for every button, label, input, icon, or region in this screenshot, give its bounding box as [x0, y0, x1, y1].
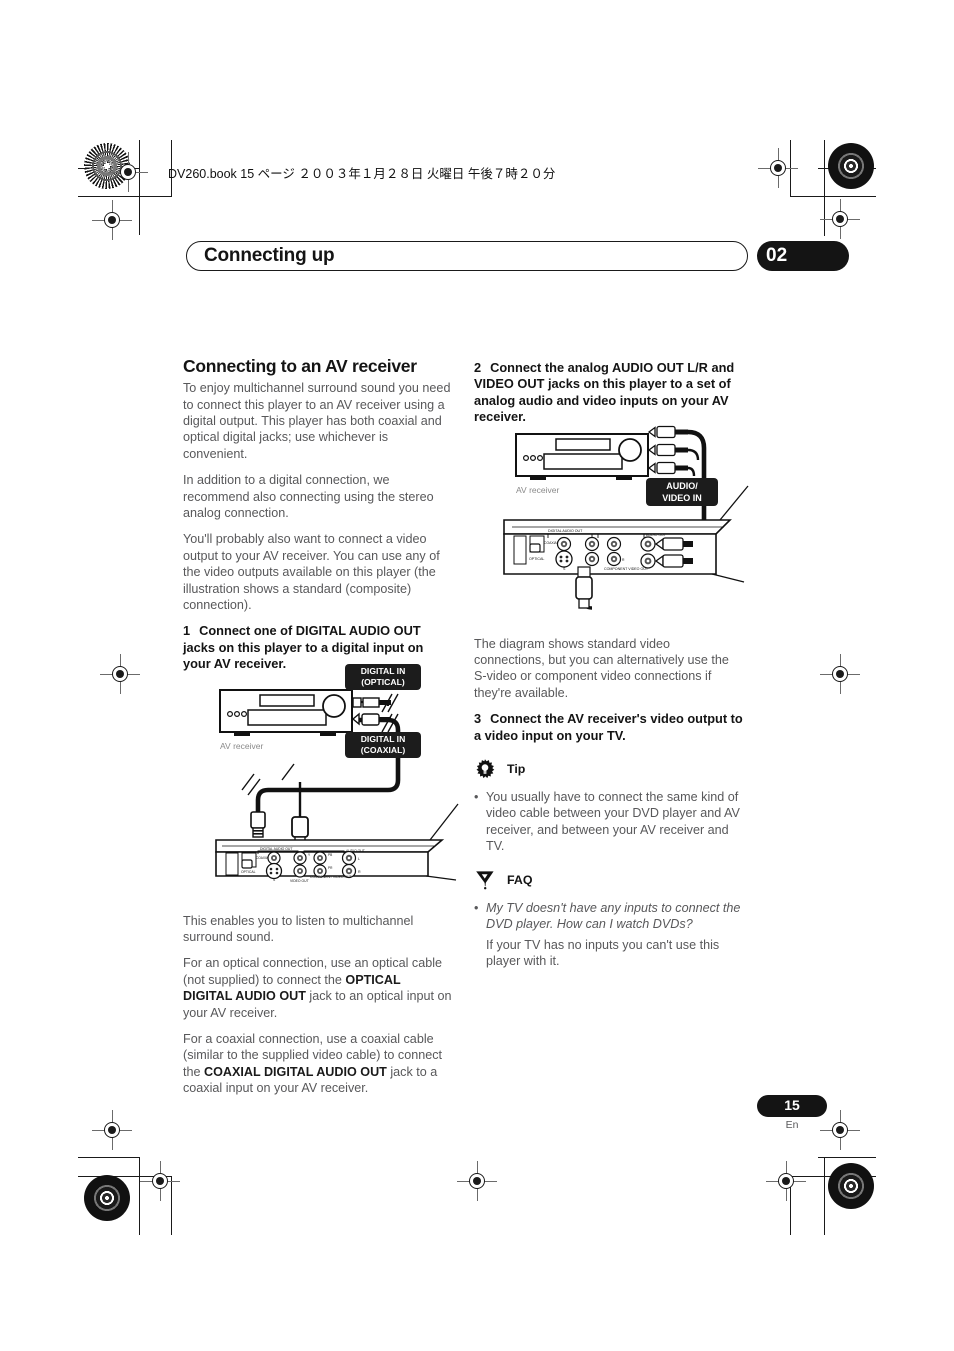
page-language: En — [785, 1119, 799, 1131]
registration-crosshair-icon — [820, 199, 860, 239]
svg-text:DIGITAL AUDIO OUT: DIGITAL AUDIO OUT — [260, 847, 292, 851]
registration-crosshair-icon — [766, 1161, 806, 1201]
label-audio-video-in-line1: AUDIO/ — [666, 481, 698, 491]
tip-bulb-icon — [474, 758, 496, 780]
label-digital-in-optical-line1: DIGITAL IN — [361, 666, 406, 676]
paragraph-intro-2: In addition to a digital connection, we … — [183, 473, 434, 520]
paragraph-optical: For an optical connection, use an optica… — [183, 955, 453, 1021]
svg-text:R: R — [358, 870, 361, 874]
paragraph-after-diagram-2: The diagram shows standard video connect… — [474, 636, 729, 700]
section-heading: Connecting to an AV receiver — [183, 356, 417, 376]
registration-crosshair-bottom-mid — [457, 1161, 497, 1201]
step-2-number: 2 — [474, 360, 482, 375]
registration-crosshair-left-mid — [100, 654, 140, 694]
step-1-number: 1 — [183, 623, 191, 639]
label-audio-video-in-line2: VIDEO IN — [662, 493, 702, 503]
svg-text:PB: PB — [328, 853, 332, 857]
optical-text-a: For an optical connection, use an optica… — [183, 956, 443, 987]
bullet-marker: • — [474, 900, 479, 915]
svg-text:AUDIO OUT: AUDIO OUT — [646, 533, 667, 537]
paragraph-coaxial: For a coaxial connection, use a coaxial … — [183, 1031, 453, 1097]
tip-label: Tip — [507, 762, 526, 777]
print-filestamp: DV260.book 15 ページ ２００３年１月２８日 火曜日 午後７時２０分 — [168, 167, 556, 181]
step-3-number: 3 — [474, 711, 482, 727]
registration-crosshair-right-mid — [820, 654, 860, 694]
registration-crosshair-icon — [758, 148, 798, 188]
svg-text:OPTICAL: OPTICAL — [529, 557, 544, 561]
paragraph-intro-3: You'll probably also want to connect a v… — [183, 532, 440, 612]
label-digital-in-coaxial-line1: DIGITAL IN — [361, 734, 406, 744]
registration-crosshair-icon — [92, 1110, 132, 1150]
faq-answer: If your TV has no inputs you can't use t… — [486, 937, 720, 968]
registration-starburst-icon — [828, 143, 874, 189]
svg-text:COAXIAL: COAXIAL — [544, 541, 559, 545]
svg-text:DIGITAL AUDIO OUT: DIGITAL AUDIO OUT — [548, 529, 583, 533]
tip-header: Tip — [474, 758, 744, 780]
svg-text:AV receiver: AV receiver — [516, 485, 559, 495]
tip-bullet-row: • You usually have to connect the same k… — [474, 789, 744, 855]
faq-header: FAQ — [474, 869, 744, 891]
paragraph-after-diagram-1: This enables you to listen to multichann… — [183, 913, 414, 945]
faq-block: FAQ • My TV doesn't have any inputs to c… — [474, 869, 744, 970]
step-2: 2 Connect the analog AUDIO OUT L/R and VI… — [474, 360, 744, 426]
svg-text:L: L — [358, 857, 360, 861]
page-title: Connecting up — [204, 245, 335, 266]
faq-label: FAQ — [507, 872, 533, 887]
bullet-marker: • — [474, 790, 479, 805]
faq-bullet-row: • My TV doesn't have any inputs to conne… — [474, 900, 744, 933]
paragraph-intro-1: To enjoy multichannel surround sound you… — [183, 381, 451, 461]
document-page: DV260.book 15 ページ ２００３年１月２８日 火曜日 午後７時２０分… — [0, 0, 954, 1351]
page-number: 15 — [784, 1097, 800, 1113]
svg-text:PR: PR — [328, 866, 333, 870]
step-3-text: Connect the AV receiver's video output t… — [474, 711, 743, 743]
registration-crosshair-icon — [140, 1161, 180, 1201]
coaxial-term: COAXIAL DIGITAL AUDIO OUT — [204, 1064, 387, 1079]
digital-audio-connection-diagram: AV receiver DIGITAL IN (OPTICAL) DIGITAL… — [212, 662, 464, 884]
svg-text:OPTICAL: OPTICAL — [241, 870, 256, 874]
tip-text: You usually have to connect the same kin… — [486, 790, 740, 854]
label-digital-in-coaxial-line2: (COAXIAL) — [361, 745, 406, 755]
registration-crosshair-icon — [108, 152, 148, 192]
svg-text:AV receiver: AV receiver — [220, 741, 263, 751]
registration-starburst-icon — [84, 1175, 130, 1221]
step-2-text: Connect the analog AUDIO OUT L/R and VID… — [474, 360, 735, 425]
registration-starburst-icon — [828, 1163, 874, 1209]
chapter-number: 02 — [766, 245, 788, 266]
svg-text:COMPONENT VIDEO OUT: COMPONENT VIDEO OUT — [310, 875, 352, 879]
faq-flag-icon — [474, 869, 496, 891]
svg-text:COMPONENT VIDEO OUT: COMPONENT VIDEO OUT — [604, 567, 649, 571]
registration-crosshair-icon — [92, 200, 132, 240]
tip-block: Tip • You usually have to connect the sa… — [474, 758, 744, 855]
label-digital-in-optical-line2: (OPTICAL) — [361, 677, 405, 687]
faq-question: My TV doesn't have any inputs to connect… — [486, 900, 741, 932]
svg-text:VIDEO OUT: VIDEO OUT — [290, 879, 309, 883]
analog-av-connection-diagram: AV receiver AUDIO/ VIDEO IN OPTICAL DIGI… — [500, 424, 752, 616]
step-3: 3 Connect the AV receiver's video output … — [474, 711, 744, 744]
